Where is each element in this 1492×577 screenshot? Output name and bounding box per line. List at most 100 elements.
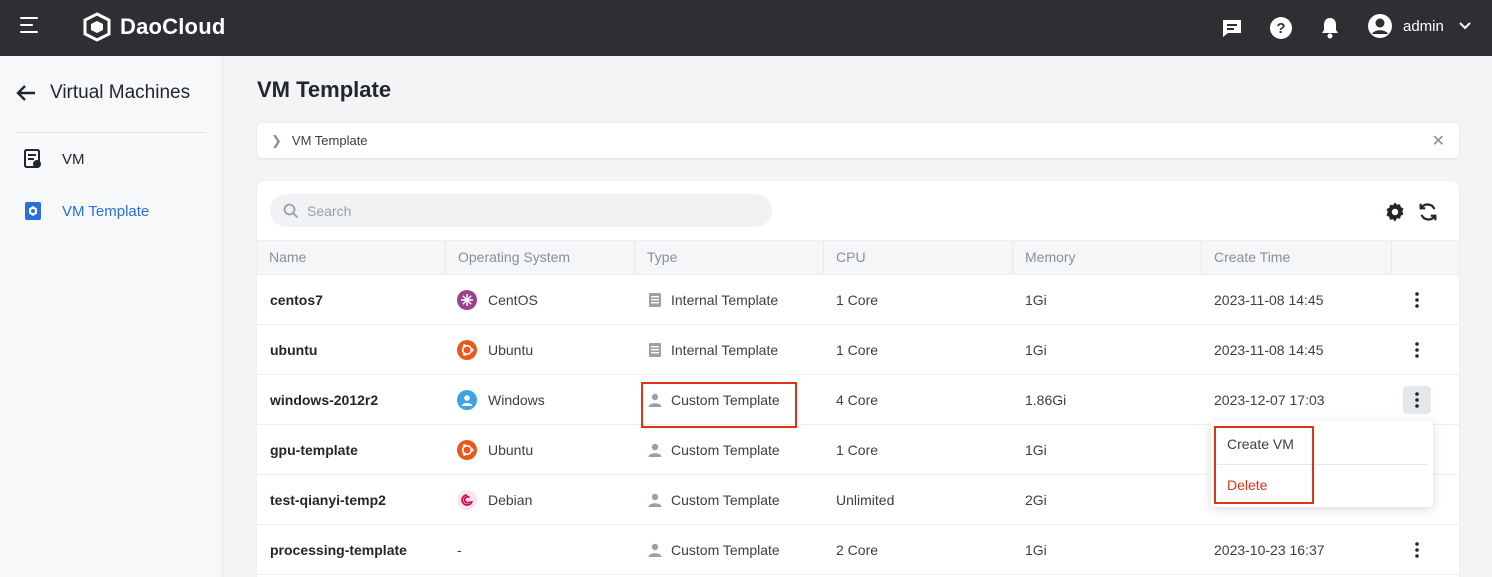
table-row[interactable]: centos7 CentOS Internal Template 1 Core … bbox=[257, 275, 1459, 325]
page-title: VM Template bbox=[257, 77, 392, 102]
svg-text:?: ? bbox=[1276, 20, 1285, 37]
template-icon bbox=[25, 202, 41, 220]
row-os: CentOS bbox=[457, 275, 538, 325]
create-vm-menu-item[interactable]: Create VM bbox=[1227, 436, 1294, 452]
row-name[interactable]: test-qianyi-temp2 bbox=[270, 475, 386, 525]
brand-name: DaoCloud bbox=[120, 14, 226, 39]
top-bar: DaoCloud ? admin bbox=[0, 0, 1492, 56]
person-icon bbox=[648, 543, 662, 557]
document-icon bbox=[649, 343, 661, 357]
user-menu[interactable]: admin bbox=[1367, 13, 1472, 39]
sidebar-title: Virtual Machines bbox=[50, 82, 191, 103]
row-name[interactable]: processing-template bbox=[270, 525, 407, 575]
row-memory: 2Gi bbox=[1025, 492, 1047, 508]
row-cpu: 1 Core bbox=[836, 342, 879, 358]
column-header-memory[interactable]: Memory bbox=[1013, 241, 1202, 274]
arrow-left-icon bbox=[16, 85, 35, 101]
ubuntu-icon bbox=[457, 340, 477, 360]
column-header-create-time[interactable]: Create Time bbox=[1202, 241, 1392, 274]
user-icon bbox=[1368, 14, 1392, 38]
daocloud-logo-icon bbox=[83, 12, 111, 42]
row-memory: 1Gi bbox=[1025, 292, 1047, 308]
sidebar-item-vm-template[interactable]: VM Template bbox=[24, 201, 149, 221]
sidebar-item-label: VM bbox=[62, 150, 85, 168]
row-name[interactable]: gpu-template bbox=[270, 425, 358, 475]
column-header-type[interactable]: Type bbox=[635, 241, 824, 274]
row-create-time: 2023-10-23 16:37 bbox=[1214, 542, 1325, 558]
sidebar-divider bbox=[16, 132, 206, 133]
chevron-right-icon[interactable]: ❯ bbox=[271, 133, 282, 149]
person-icon bbox=[648, 443, 662, 457]
search-box[interactable] bbox=[270, 194, 772, 227]
back-to-virtual-machines[interactable]: Virtual Machines bbox=[16, 82, 190, 104]
table-row[interactable]: ubuntu Ubuntu Internal Template 1 Core 1… bbox=[257, 325, 1459, 375]
debian-icon bbox=[457, 490, 477, 510]
vm-icon bbox=[24, 149, 41, 168]
help-icon[interactable]: ? bbox=[1269, 16, 1293, 40]
table-header: Name Operating System Type CPU Memory Cr… bbox=[257, 240, 1459, 275]
person-icon bbox=[648, 393, 662, 407]
document-icon bbox=[649, 293, 661, 307]
person-icon bbox=[648, 493, 662, 507]
row-cpu: 4 Core bbox=[836, 392, 879, 408]
type-label: Internal Template bbox=[671, 342, 779, 358]
message-icon[interactable] bbox=[1220, 16, 1244, 40]
menu-icon[interactable] bbox=[20, 17, 42, 39]
row-create-time: 2023-11-08 14:45 bbox=[1214, 292, 1324, 308]
search-input[interactable] bbox=[307, 202, 747, 219]
breadcrumb: ❯ VM Template ✕ bbox=[257, 123, 1459, 158]
row-actions-dropdown: Create VM Delete bbox=[1211, 421, 1433, 507]
type-label: Custom Template bbox=[671, 492, 780, 508]
row-name[interactable]: windows-2012r2 bbox=[270, 375, 378, 425]
table-row[interactable]: processing-template - Custom Template 2 … bbox=[257, 525, 1459, 575]
template-table-card: Name Operating System Type CPU Memory Cr… bbox=[257, 181, 1459, 577]
row-type: Internal Template bbox=[648, 275, 778, 325]
sidebar-item-vm[interactable]: VM bbox=[24, 149, 85, 169]
os-label: Ubuntu bbox=[488, 342, 534, 358]
user-name: admin bbox=[1403, 17, 1444, 35]
sidebar: Virtual Machines VM VM Template bbox=[0, 56, 223, 577]
close-icon[interactable]: ✕ bbox=[1432, 131, 1445, 151]
more-actions-icon[interactable] bbox=[1403, 286, 1431, 314]
centos-icon bbox=[457, 290, 477, 310]
delete-menu-item[interactable]: Delete bbox=[1227, 477, 1267, 493]
row-type: Custom Template bbox=[648, 525, 780, 575]
more-actions-icon[interactable] bbox=[1403, 536, 1431, 564]
row-memory: 1Gi bbox=[1025, 542, 1047, 558]
column-header-cpu[interactable]: CPU bbox=[824, 241, 1013, 274]
more-actions-icon[interactable] bbox=[1403, 336, 1431, 364]
row-type: Custom Template bbox=[648, 425, 780, 475]
refresh-icon[interactable] bbox=[1417, 201, 1439, 223]
bell-icon[interactable] bbox=[1318, 16, 1342, 40]
more-actions-icon[interactable] bbox=[1403, 386, 1431, 414]
row-cpu: Unlimited bbox=[836, 492, 895, 508]
row-create-time: 2023-11-08 14:45 bbox=[1214, 342, 1324, 358]
type-label: Internal Template bbox=[671, 292, 779, 308]
row-cpu: 1 Core bbox=[836, 292, 879, 308]
type-label: Custom Template bbox=[671, 392, 780, 408]
column-header-os[interactable]: Operating System bbox=[446, 241, 635, 274]
sidebar-item-label: VM Template bbox=[62, 202, 150, 220]
windows-user-icon bbox=[457, 390, 477, 410]
type-label: Custom Template bbox=[671, 442, 780, 458]
brand-logo[interactable]: DaoCloud bbox=[82, 12, 225, 42]
breadcrumb-item[interactable]: VM Template bbox=[292, 133, 368, 148]
row-memory: 1.86Gi bbox=[1025, 392, 1067, 408]
row-create-time: 2023-12-07 17:03 bbox=[1214, 392, 1325, 408]
os-label: CentOS bbox=[488, 292, 538, 308]
table-row[interactable]: windows-2012r2 Windows Custom Template 4… bbox=[257, 375, 1459, 425]
row-cpu: 2 Core bbox=[836, 542, 879, 558]
settings-gear-icon[interactable] bbox=[1384, 201, 1406, 223]
row-name[interactable]: ubuntu bbox=[270, 325, 317, 375]
row-name[interactable]: centos7 bbox=[270, 275, 323, 325]
os-label: Debian bbox=[488, 492, 533, 508]
os-label: Ubuntu bbox=[488, 442, 534, 458]
type-label: Custom Template bbox=[671, 542, 780, 558]
column-header-name[interactable]: Name bbox=[257, 241, 446, 274]
row-os: Windows bbox=[457, 375, 545, 425]
chevron-down-icon bbox=[1459, 22, 1471, 30]
row-os: Ubuntu bbox=[457, 425, 533, 475]
row-type: Internal Template bbox=[648, 325, 778, 375]
os-label: Windows bbox=[488, 392, 545, 408]
row-memory: 1Gi bbox=[1025, 442, 1047, 458]
